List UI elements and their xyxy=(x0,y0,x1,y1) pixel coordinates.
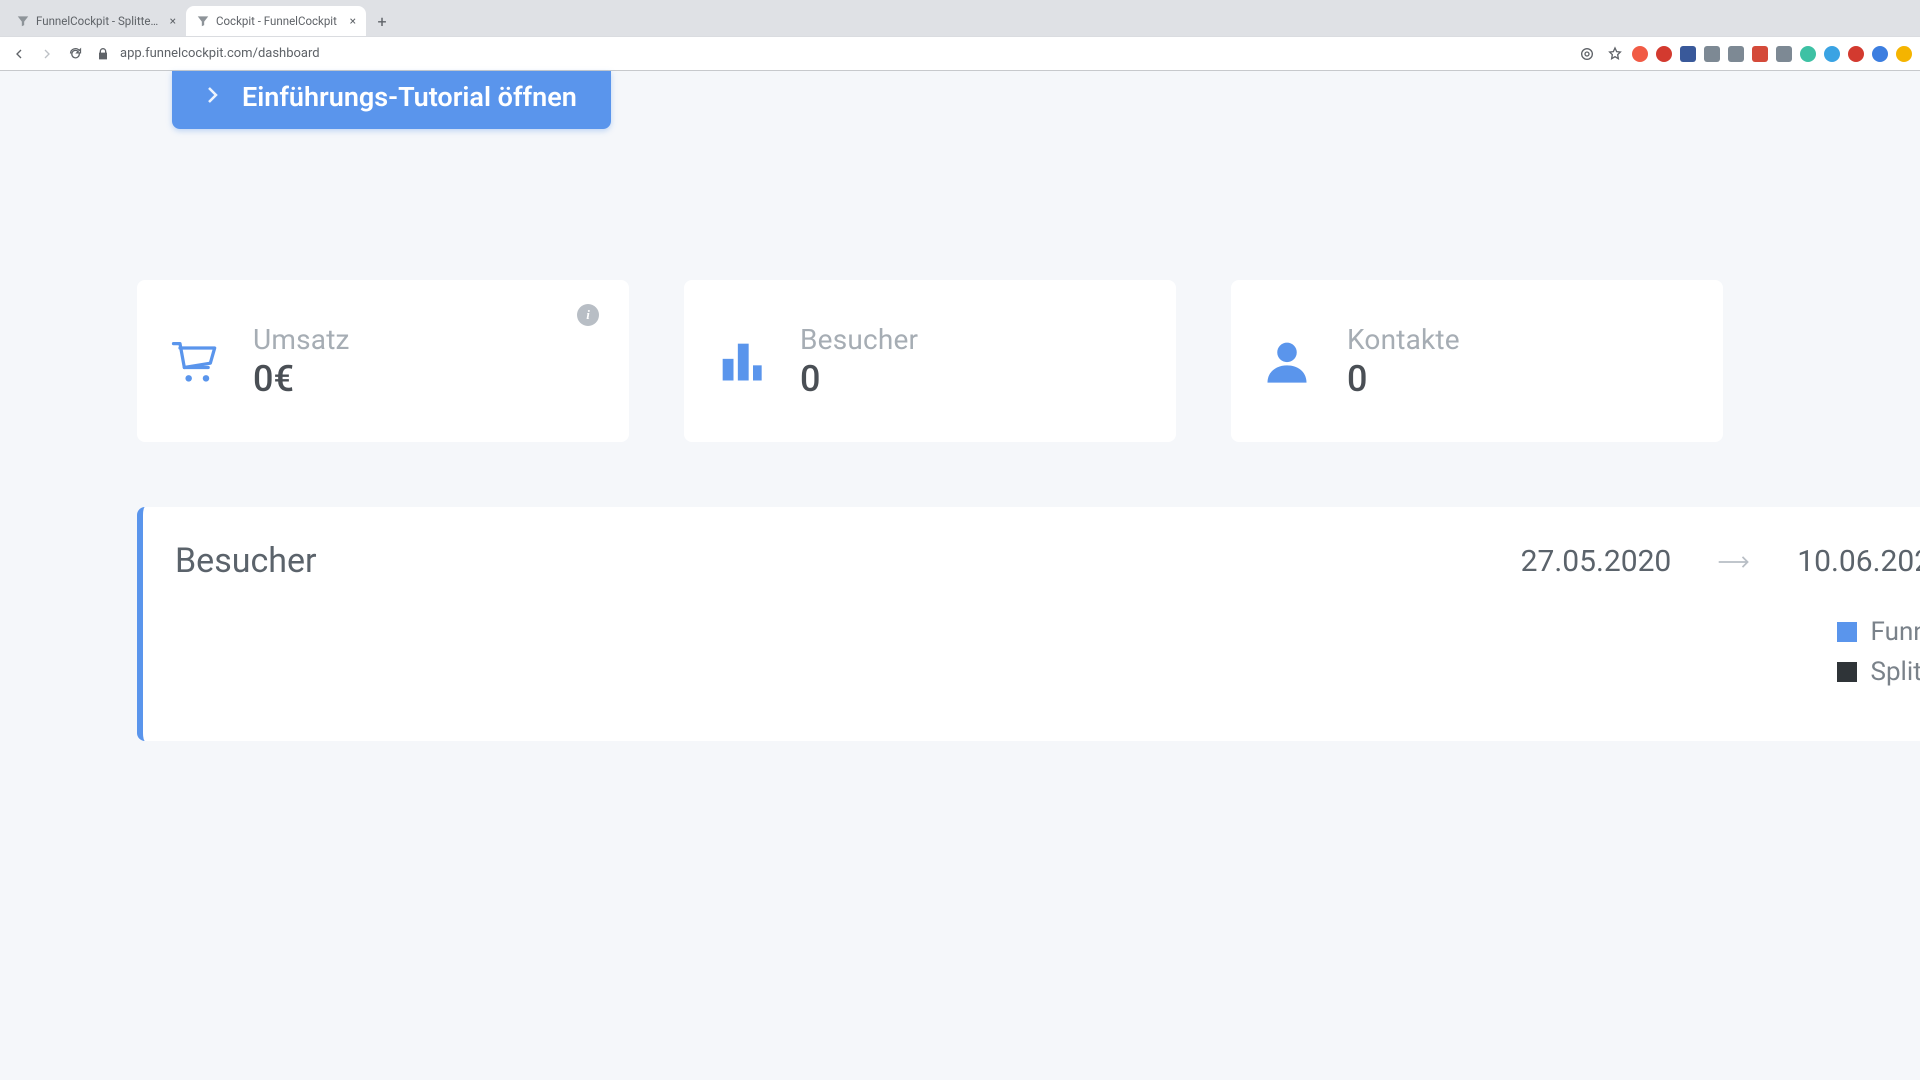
stat-card-contacts[interactable]: Kontakte 0 xyxy=(1231,280,1723,442)
close-icon[interactable]: × xyxy=(350,14,356,28)
new-tab-button[interactable]: + xyxy=(368,7,396,35)
person-icon xyxy=(1257,335,1317,387)
stat-value: 0€ xyxy=(253,358,350,400)
info-icon[interactable]: i xyxy=(577,304,599,326)
stat-value: 0 xyxy=(1347,358,1460,400)
forward-button[interactable] xyxy=(36,43,58,65)
extension-icon[interactable] xyxy=(1632,46,1648,62)
arrow-right-icon xyxy=(1717,544,1751,579)
extension-icons xyxy=(1632,46,1912,62)
extension-icon[interactable] xyxy=(1800,46,1816,62)
legend-label: Funne xyxy=(1871,617,1920,647)
browser-tab-active[interactable]: Cockpit - FunnelCockpit × xyxy=(186,6,366,36)
url-display[interactable]: app.funnelcockpit.com/dashboard xyxy=(120,46,1570,61)
funnel-icon xyxy=(16,14,30,28)
extension-icon[interactable] xyxy=(1704,46,1720,62)
legend-label: Splitte xyxy=(1871,657,1920,687)
stat-card-revenue[interactable]: Umsatz 0€ i xyxy=(137,280,629,442)
address-bar: app.funnelcockpit.com/dashboard xyxy=(0,36,1920,70)
stat-card-visitors[interactable]: Besucher 0 xyxy=(684,280,1176,442)
stat-label: Kontakte xyxy=(1347,323,1460,356)
url-path: /dashboard xyxy=(253,46,320,61)
stat-value: 0 xyxy=(800,358,918,400)
profile-avatar[interactable] xyxy=(1872,46,1888,62)
legend-item[interactable]: Splitte xyxy=(1837,657,1920,687)
back-button[interactable] xyxy=(8,43,30,65)
date-range[interactable]: 27.05.2020 10.06.2020 xyxy=(1521,544,1920,579)
star-icon[interactable] xyxy=(1604,43,1626,65)
funnel-icon xyxy=(196,14,210,28)
extension-icon[interactable] xyxy=(1848,46,1864,62)
extension-icon[interactable] xyxy=(1776,46,1792,62)
browser-chrome: FunnelCockpit - Splittests, Ma… × Cockpi… xyxy=(0,0,1920,71)
extension-icon[interactable] xyxy=(1896,46,1912,62)
stat-label: Umsatz xyxy=(253,323,350,356)
lock-icon xyxy=(92,43,114,65)
url-host: app.funnelcockpit.com xyxy=(120,46,253,61)
tab-title: Cockpit - FunnelCockpit xyxy=(216,14,344,28)
extension-icon[interactable] xyxy=(1824,46,1840,62)
extension-icon[interactable] xyxy=(1656,46,1672,62)
close-icon[interactable]: × xyxy=(170,14,176,28)
visitors-title: Besucher xyxy=(175,541,317,581)
stat-cards-row: Umsatz 0€ i Besucher 0 xyxy=(137,280,1723,442)
visitors-panel: Besucher 27.05.2020 10.06.2020 Funne Spl… xyxy=(137,507,1920,741)
chart-legend: Funne Splitte xyxy=(1837,617,1920,687)
cart-icon xyxy=(163,335,223,387)
extension-icon[interactable] xyxy=(1680,46,1696,62)
legend-swatch xyxy=(1837,662,1857,682)
tab-strip: FunnelCockpit - Splittests, Ma… × Cockpi… xyxy=(0,0,1920,36)
browser-tab[interactable]: FunnelCockpit - Splittests, Ma… × xyxy=(6,6,186,36)
date-from: 27.05.2020 xyxy=(1521,544,1672,579)
tab-title: FunnelCockpit - Splittests, Ma… xyxy=(36,14,164,28)
open-tutorial-button[interactable]: Einführungs-Tutorial öffnen xyxy=(172,71,611,129)
date-to: 10.06.2020 xyxy=(1797,544,1920,579)
reload-button[interactable] xyxy=(64,43,86,65)
legend-swatch xyxy=(1837,622,1857,642)
stat-label: Besucher xyxy=(800,323,918,356)
tutorial-button-label: Einführungs-Tutorial öffnen xyxy=(242,81,577,113)
extension-icon[interactable] xyxy=(1728,46,1744,62)
chevron-right-icon xyxy=(206,85,218,109)
visitors-header: Besucher 27.05.2020 10.06.2020 xyxy=(143,541,1920,581)
extension-icon[interactable] xyxy=(1752,46,1768,62)
bar-chart-icon xyxy=(710,335,770,387)
legend-item[interactable]: Funne xyxy=(1837,617,1920,647)
site-info-icon[interactable] xyxy=(1576,43,1598,65)
